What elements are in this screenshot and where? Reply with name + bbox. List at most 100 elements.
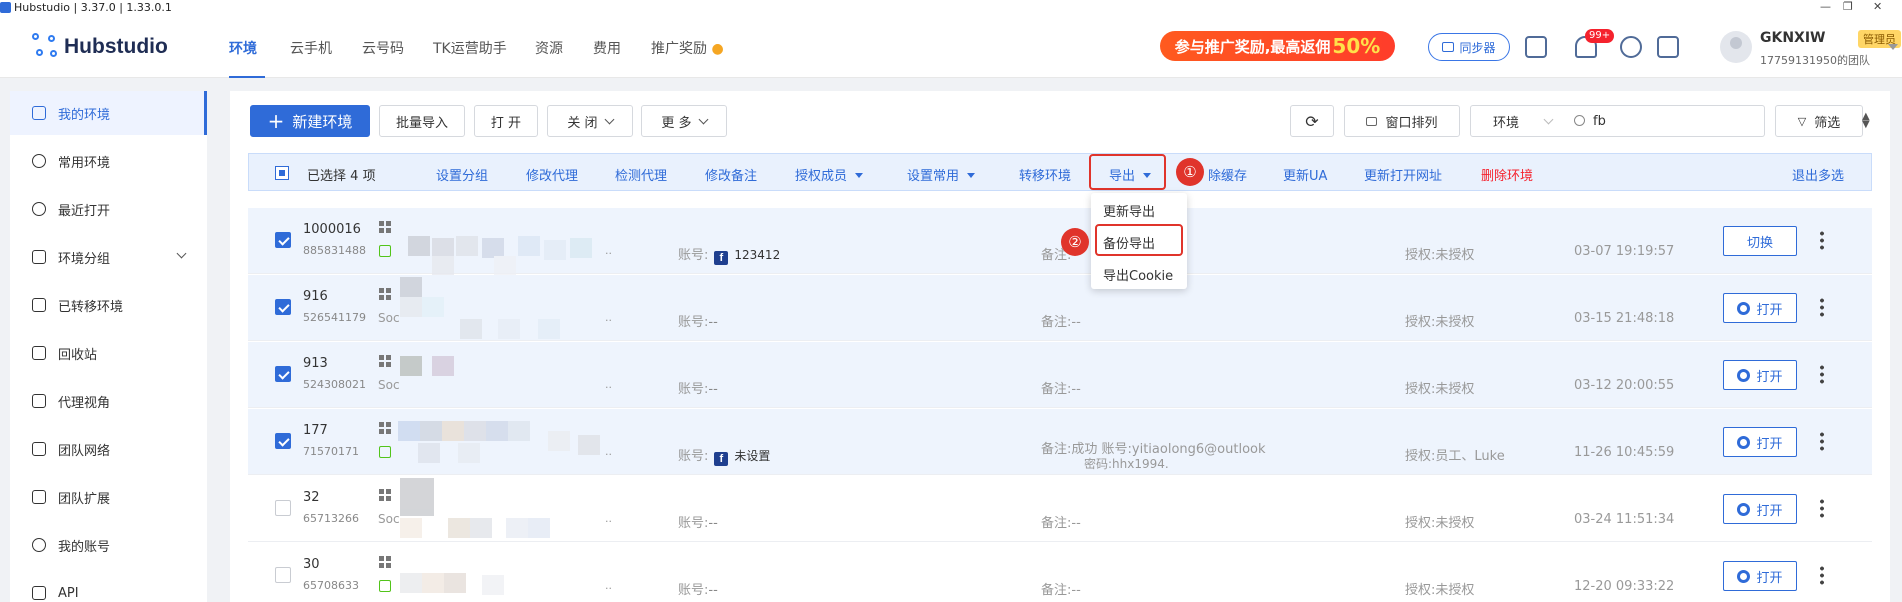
table-row[interactable]: 913 524308021 Soc .. 账号:-- 备注:-- 授权:未授权 … [248, 342, 1872, 408]
sidebar-item-team-network[interactable]: 团队网络 [10, 427, 207, 471]
authorize-members-action[interactable]: 授权成员 [795, 165, 864, 184]
edit-note-action[interactable]: 修改备注 [705, 165, 757, 184]
sidebar-item-proxy-view[interactable]: 代理视角 [10, 379, 207, 423]
nav-fees[interactable]: 费用 [593, 38, 621, 58]
table-row[interactable]: 32 65713266 Soc .. 账号:-- 备注:-- 授权:未授权 03… [248, 476, 1872, 542]
row-checkbox[interactable] [275, 299, 291, 315]
network-icon [32, 442, 46, 456]
user-icon [32, 538, 46, 552]
promo-text: 参与推广奖励,最高返佣 [1174, 37, 1331, 56]
open-env-button[interactable]: 打开 [1723, 561, 1797, 591]
user-name[interactable]: GKNXIW [1760, 30, 1826, 46]
hubstudio-logo[interactable]: Hubstudio [32, 32, 168, 62]
more-vertical-icon[interactable] [1820, 431, 1824, 451]
edit-proxy-action[interactable]: 修改代理 [526, 165, 578, 184]
user-caret-icon[interactable] [1888, 44, 1898, 50]
caret-down-icon [967, 173, 976, 178]
open-button[interactable]: 打 开 [474, 105, 538, 137]
sidebar-item-recent[interactable]: 最近打开 [10, 187, 207, 231]
account-field: 账号: f 123412 [678, 244, 780, 265]
transfer-env-action[interactable]: 转移环境 [1019, 165, 1071, 184]
more-vertical-icon[interactable] [1820, 364, 1824, 384]
window-arrange-button[interactable]: 窗口排列 [1344, 105, 1460, 137]
table-row[interactable]: 916 526541179 Soc .. 账号:-- 备注:-- 授权:未授权 … [248, 275, 1872, 341]
open-env-button[interactable]: 打开 [1723, 360, 1797, 390]
platform-text: Soc [378, 512, 400, 526]
sidebar-item-env-group[interactable]: 环境分组 [10, 235, 207, 279]
open-env-button[interactable]: 打开 [1723, 427, 1797, 457]
close-dropdown-button[interactable]: 关 闭 [547, 105, 633, 137]
table-row[interactable]: 30 65708633 .. 账号:-- 备注:-- 授权:未授权 12-20 … [248, 543, 1872, 602]
check-proxy-action[interactable]: 检测代理 [615, 165, 667, 184]
set-favorite-action[interactable]: 设置常用 [907, 165, 976, 184]
restore-icon[interactable]: ❐ [1843, 0, 1853, 13]
sort-icon[interactable]: ▲ ▼ [1862, 112, 1870, 130]
update-open-url-action[interactable]: 更新打开网址 [1364, 165, 1442, 184]
selection-count: 4 [350, 169, 359, 184]
more-vertical-icon[interactable] [1820, 297, 1824, 317]
env-number: 526541179 [303, 311, 366, 324]
select-all-checkbox[interactable] [275, 166, 289, 180]
minimize-icon[interactable]: — [1820, 0, 1831, 13]
sidebar-item-team-extension[interactable]: 团队扩展 [10, 475, 207, 519]
delete-env-action[interactable]: 删除环境 [1481, 165, 1533, 184]
chevron-down-icon [1543, 114, 1554, 124]
auth-status: 授权:员工、Luke [1405, 449, 1505, 464]
account-value: -- [708, 583, 718, 598]
row-checkbox[interactable] [275, 232, 291, 248]
set-group-action[interactable]: 设置分组 [436, 165, 488, 184]
ellipsis-text: .. [605, 244, 612, 257]
backup-export-highlight-box [1095, 224, 1183, 256]
platform-text: Soc [378, 311, 400, 325]
row-checkbox[interactable] [275, 567, 291, 583]
more-vertical-icon[interactable] [1820, 230, 1824, 250]
calendar-icon[interactable] [1657, 36, 1679, 58]
row-checkbox[interactable] [275, 433, 291, 449]
screen-icon[interactable] [1525, 36, 1547, 58]
env-id: 177 [303, 423, 328, 438]
auth-status: 授权:未授权 [1405, 248, 1475, 263]
sidebar-item-my-account[interactable]: 我的账号 [10, 523, 207, 567]
more-vertical-icon[interactable] [1820, 565, 1824, 585]
switch-button[interactable]: 切换 [1723, 226, 1797, 256]
menu-item-update-export[interactable]: 更新导出 [1103, 201, 1155, 220]
sidebar-item-label: 回收站 [58, 347, 98, 363]
env-status-icon [379, 245, 391, 257]
nav-cloud-phone[interactable]: 云手机 [290, 38, 332, 58]
open-env-button[interactable]: 打开 [1723, 293, 1797, 323]
update-ua-action[interactable]: 更新UA [1283, 165, 1327, 184]
new-env-button[interactable]: + 新建环境 [250, 105, 370, 137]
note-value: -- [1071, 516, 1081, 531]
sidebar-item-transferred[interactable]: 已转移环境 [10, 283, 207, 327]
download-icon[interactable] [1620, 36, 1642, 58]
nav-tk-assistant[interactable]: TK运营助手 [433, 38, 507, 58]
close-icon[interactable]: ✕ [1873, 0, 1882, 13]
sidebar-item-my-env[interactable]: 我的环境 [10, 91, 207, 135]
refresh-button[interactable]: ⟳ [1290, 105, 1334, 137]
row-checkbox[interactable] [275, 366, 291, 382]
avatar[interactable] [1720, 31, 1752, 63]
filter-type-select[interactable]: 环境 [1470, 105, 1566, 137]
sidebar-item-favorite-env[interactable]: 常用环境 [10, 139, 207, 183]
more-dropdown-button[interactable]: 更 多 [641, 105, 727, 137]
sidebar-item-recycle-bin[interactable]: 回收站 [10, 331, 207, 375]
table-row[interactable]: 177 71570171 .. 账号: f 未设置 备注:成功 账号:yitiaol… [248, 409, 1872, 475]
promo-banner[interactable]: 参与推广奖励,最高返佣 50% [1160, 31, 1395, 61]
sidebar-item-api[interactable]: API [10, 571, 207, 602]
menu-item-export-cookie[interactable]: 导出Cookie [1103, 265, 1173, 284]
nav-cloud-number[interactable]: 云号码 [362, 38, 404, 58]
exit-multi-select[interactable]: 退出多选 [1792, 165, 1844, 184]
table-row[interactable]: 1000016 885831488 .. 账号: f 123412 备注: 授权:未… [248, 208, 1872, 276]
api-icon [32, 586, 46, 600]
search-input[interactable] [1565, 105, 1765, 137]
nav-promo-reward[interactable]: 推广奖励 ● [651, 38, 724, 58]
open-env-button[interactable]: 打开 [1723, 494, 1797, 524]
sync-button[interactable]: 同步器 [1428, 33, 1510, 61]
nav-resources[interactable]: 资源 [535, 38, 563, 58]
nav-env[interactable]: 环境 [229, 38, 257, 58]
filter-button[interactable]: ▽ 筛选 [1775, 105, 1863, 137]
more-vertical-icon[interactable] [1820, 498, 1824, 518]
clear-cache-action[interactable]: 除缓存 [1208, 165, 1247, 184]
row-checkbox[interactable] [275, 500, 291, 516]
batch-import-button[interactable]: 批量导入 [379, 105, 465, 137]
